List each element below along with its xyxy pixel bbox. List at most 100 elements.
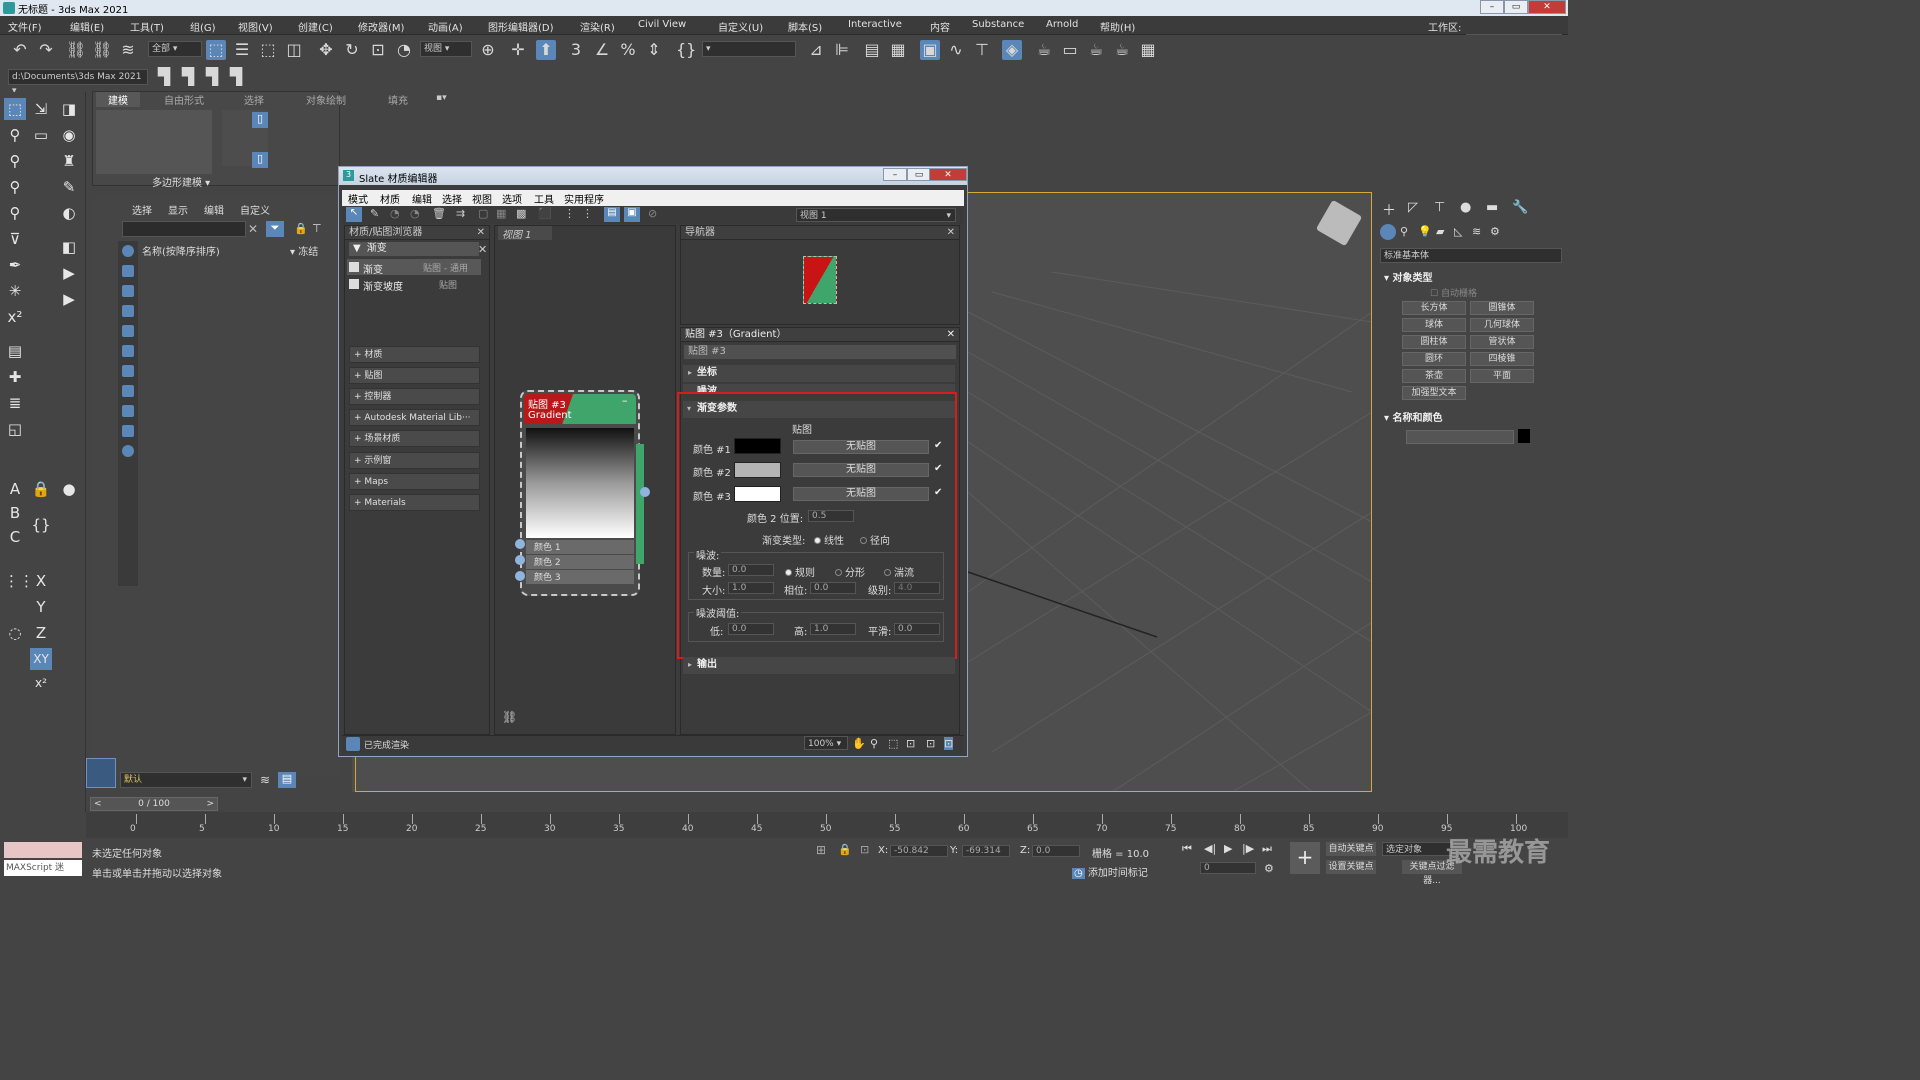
align-icon[interactable]: ⊫ — [832, 40, 852, 60]
menu-graph-editors[interactable]: 图形编辑器(D) — [488, 19, 554, 34]
view-tab[interactable]: 视图 1 — [498, 226, 552, 241]
filter-helpers-icon[interactable] — [122, 325, 134, 337]
ribbon-active2-icon[interactable]: ▯ — [252, 152, 268, 168]
sme-close-button[interactable]: ✕ — [929, 168, 967, 181]
cone-button[interactable]: 圆锥体 — [1470, 301, 1534, 315]
menu-scripting[interactable]: 脚本(S) — [788, 19, 822, 34]
select-by-name-icon[interactable]: ☰ — [232, 40, 252, 60]
auto-key-button[interactable]: 自动关键点 — [1326, 842, 1376, 856]
render-production-icon[interactable]: ☕ — [1086, 40, 1106, 60]
sme-move-children-icon[interactable]: ⇉ — [456, 207, 465, 220]
percent-snap-icon[interactable]: % — [618, 40, 638, 60]
sme-menu-edit[interactable]: 编辑 — [412, 191, 432, 206]
param-close-icon[interactable]: ✕ — [947, 328, 955, 342]
clear-search-icon[interactable]: ✕ — [248, 222, 258, 236]
sme-nav-icon[interactable]: ⊘ — [648, 207, 657, 220]
bind-tool-icon[interactable]: ⚲ — [4, 150, 26, 172]
menu-substance[interactable]: Substance — [972, 19, 1024, 30]
paint-tool-icon[interactable]: ◉ — [58, 124, 80, 146]
filter-groups-icon[interactable] — [122, 365, 134, 377]
sme-menu-tools[interactable]: 工具 — [534, 191, 554, 206]
layer-toolbar-icon[interactable]: ▤ — [278, 772, 296, 788]
effects-tool-icon[interactable]: ✳ — [4, 280, 26, 302]
select-object-icon[interactable]: ⬚ — [206, 40, 226, 60]
browser-category-materials-en[interactable]: + Materials — [349, 494, 480, 511]
node-slot-color1[interactable]: 颜色 1 — [526, 540, 634, 554]
filter-lights-icon[interactable] — [122, 285, 134, 297]
selection-filter-dropdown[interactable]: 全部 ▾ — [148, 41, 202, 57]
curve-tool-icon[interactable]: C — [4, 526, 26, 548]
go-to-end-icon[interactable]: ⏭ — [1262, 842, 1272, 856]
render-tool-icon[interactable]: ▶ — [58, 262, 80, 284]
orbit-tool-icon[interactable]: ◌ — [4, 622, 26, 644]
add-time-tag-button[interactable]: ◷ 添加时间标记 — [1072, 864, 1148, 879]
sme-menu-modes[interactable]: 模式 — [348, 191, 368, 206]
scene-search-input[interactable] — [122, 221, 246, 237]
toggle-ribbon-icon[interactable]: ▣ — [920, 40, 940, 60]
maxscript-mini-listener[interactable]: MAXScript 迷 — [4, 860, 82, 876]
maxscript-mini-listener-top[interactable] — [4, 842, 82, 858]
material-editor-icon[interactable]: ◈ — [1002, 40, 1022, 60]
grid-xy-icon[interactable]: ⋮⋮ — [4, 570, 34, 592]
menu-views[interactable]: 视图(V) — [238, 19, 273, 34]
hierarchy-icon[interactable]: ⇲ — [30, 98, 52, 120]
shading-tool-icon[interactable]: ● — [58, 478, 80, 500]
ribbon-tab-freeform[interactable]: 自由形式 — [164, 92, 204, 107]
menu-arnold[interactable]: Arnold — [1046, 19, 1078, 30]
sme-hide-icon[interactable]: ▢ — [478, 207, 488, 220]
object-color-swatch[interactable] — [1518, 429, 1530, 443]
sphere-button[interactable]: 球体 — [1402, 318, 1466, 332]
bind-space-warp-icon[interactable]: ≋ — [118, 40, 138, 60]
se-menu-select[interactable]: 选择 — [132, 202, 152, 217]
menu-customize[interactable]: 自定义(U) — [718, 19, 763, 34]
filter-xrefs-icon[interactable] — [122, 385, 134, 397]
undo-icon[interactable]: ↶ — [10, 40, 30, 60]
layers-tool-icon[interactable]: ▤ — [4, 340, 26, 362]
hierarchy-tab-icon[interactable]: ⊤ — [1434, 200, 1445, 215]
measure-tool-icon[interactable]: ⚲ — [4, 202, 26, 224]
schematic-view-icon[interactable]: ⊤ — [972, 40, 992, 60]
systems-category-icon[interactable]: ⚙ — [1490, 225, 1500, 238]
textplus-button[interactable]: 加强型文本 — [1402, 386, 1466, 400]
render-iterative-icon[interactable]: ☕ — [1112, 40, 1132, 60]
project-open-icon[interactable]: ▜ — [178, 67, 198, 87]
view-lock-icon[interactable]: ⛓ — [502, 710, 517, 724]
ribbon-tab-modeling[interactable]: 建模 — [96, 92, 140, 107]
input-socket-1[interactable] — [515, 539, 525, 549]
output-socket[interactable] — [640, 487, 650, 497]
browser-category-maps[interactable]: + 贴图 — [349, 367, 480, 384]
primitive-type-dropdown[interactable]: 标准基本体 — [1380, 248, 1562, 263]
tube-button[interactable]: 管状体 — [1470, 335, 1534, 349]
pivot-center-icon[interactable]: ⊕ — [478, 40, 498, 60]
bold-tool-icon[interactable]: B — [4, 502, 26, 524]
modify-tab-icon[interactable]: ◸ — [1408, 200, 1418, 215]
stack-tool-icon[interactable]: ≣ — [4, 392, 26, 414]
braces-tool-icon[interactable]: {} — [30, 514, 52, 536]
browser-category-autodesk-lib[interactable]: + Autodesk Material Lib··· — [349, 409, 480, 426]
project-path-dropdown[interactable]: d:\Documents\3ds Max 2021 ▾ — [8, 69, 148, 96]
filter-cameras-icon[interactable] — [122, 305, 134, 317]
axis-xy-icon[interactable]: XY — [30, 648, 52, 670]
polygon-modeling-label[interactable]: 多边形建模 ▾ — [152, 174, 210, 189]
rendered-frame-icon[interactable]: ▭ — [1060, 40, 1080, 60]
sme-menu-material[interactable]: 材质 — [380, 191, 400, 206]
box-button[interactable]: 长方体 — [1402, 301, 1466, 315]
render-setup-icon[interactable]: ☕ — [1034, 40, 1054, 60]
object-type-rollout[interactable]: ▾ 对象类型 — [1384, 269, 1433, 284]
input-socket-2[interactable] — [515, 555, 525, 565]
search-collapse-icon[interactable]: ▼ — [353, 243, 361, 254]
menu-file[interactable]: 文件(F) — [8, 19, 42, 34]
name-color-rollout[interactable]: ▾ 名称和颜色 — [1384, 409, 1443, 424]
sme-delete-icon[interactable]: 🗑 — [432, 207, 446, 220]
sme-layout-children-icon[interactable]: ⋮ — [582, 207, 593, 220]
named-selection-dropdown[interactable]: ▾ — [702, 41, 796, 57]
previous-frame-icon[interactable]: ◀| — [1204, 842, 1216, 855]
rollout-output[interactable]: 输出 — [683, 657, 955, 674]
ribbon-tab-selection[interactable]: 选择 — [244, 92, 264, 107]
sme-menu-utilities[interactable]: 实用程序 — [564, 191, 604, 206]
minimize-button[interactable]: – — [1480, 0, 1504, 14]
box-tool-icon[interactable]: ▭ — [30, 124, 52, 146]
play-icon[interactable]: ▶ — [1224, 842, 1232, 855]
browser-category-scene-materials[interactable]: + 场景材质 — [349, 430, 480, 447]
browser-search-input[interactable]: ▼ 渐变 — [349, 242, 479, 256]
